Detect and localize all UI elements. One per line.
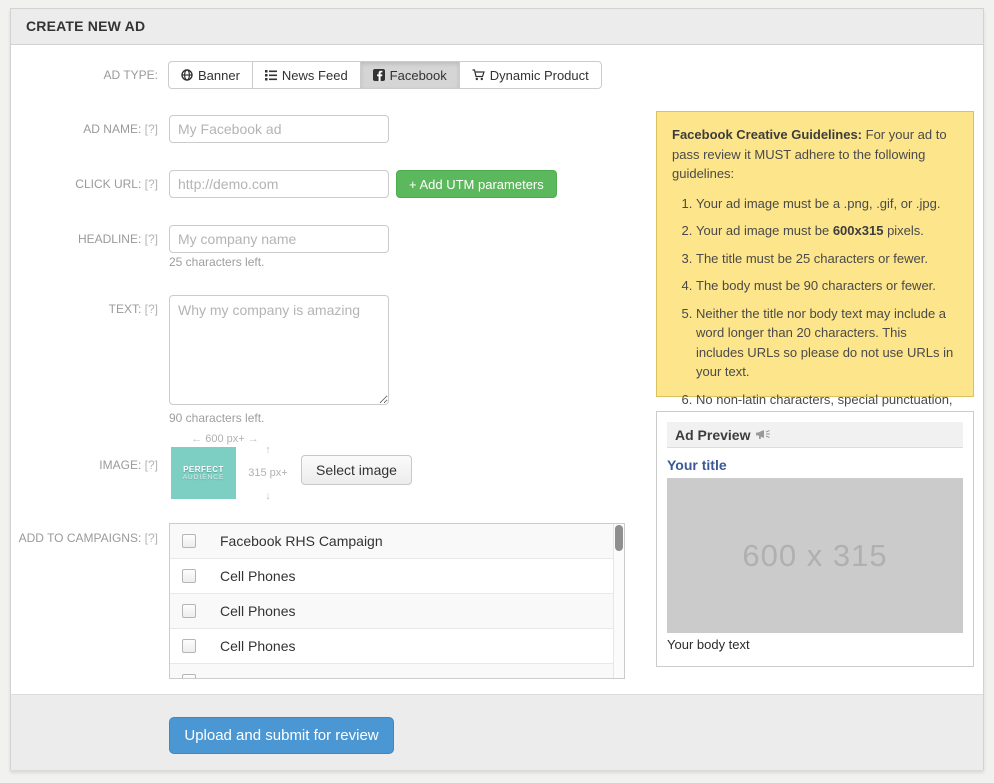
tab-banner[interactable]: Banner xyxy=(168,61,253,89)
ad-type-tabgroup: Banner Facebook News Feed Facebook Dynam… xyxy=(168,61,602,89)
click-url-help-link[interactable]: [?] xyxy=(145,177,158,191)
add-utm-parameters-button[interactable]: + Add UTM parameters xyxy=(396,170,557,198)
campaigns-list: Facebook RHS Campaign Cell Phones Cell P… xyxy=(169,523,625,679)
campaign-checkbox[interactable] xyxy=(182,604,196,618)
list-icon xyxy=(265,69,277,81)
globe-icon xyxy=(181,69,193,81)
ad-type-label: AD TYPE: xyxy=(11,68,158,82)
click-url-label: CLICK URL: [?] xyxy=(11,177,158,191)
tab-dynamic-product[interactable]: Dynamic Product xyxy=(459,61,602,89)
preview-ad-title[interactable]: Your title xyxy=(667,457,963,473)
arrow-right-icon: → xyxy=(248,433,259,445)
headline-help-link[interactable]: [?] xyxy=(145,232,158,246)
arrow-left-icon: ← xyxy=(191,433,202,445)
campaign-checkbox[interactable] xyxy=(182,639,196,653)
campaign-row[interactable]: Facebook RHS Campaign xyxy=(170,524,624,559)
guideline-item: Your ad image must be a .png, .gif, or .… xyxy=(696,194,958,214)
ad-preview-panel: Ad Preview Your title 600 x 315 Your bod… xyxy=(656,411,974,667)
image-help-link[interactable]: [?] xyxy=(145,458,158,472)
megaphone-icon xyxy=(756,428,771,441)
cart-icon xyxy=(472,69,485,81)
panel-header: CREATE NEW AD xyxy=(11,9,983,45)
guidelines-title: Facebook Creative Guidelines: xyxy=(672,127,862,142)
campaign-row[interactable]: Cell Phones xyxy=(170,594,624,629)
facebook-icon xyxy=(373,69,385,81)
campaign-checkbox[interactable] xyxy=(182,569,196,583)
form-footer: Upload and submit for review xyxy=(11,694,983,770)
upload-submit-button[interactable]: Upload and submit for review xyxy=(169,717,394,754)
tab-news-feed[interactable]: Facebook News Feed xyxy=(252,61,361,89)
guideline-item: The body must be 90 characters or fewer. xyxy=(696,276,958,296)
facebook-guidelines-box: Facebook Creative Guidelines: For your a… xyxy=(656,111,974,397)
campaigns-help-link[interactable]: [?] xyxy=(145,531,158,545)
ad-name-input[interactable] xyxy=(169,115,389,143)
campaign-row[interactable]: Cell Phones xyxy=(170,559,624,594)
body-text-textarea[interactable] xyxy=(169,295,389,405)
preview-body-text: Your body text xyxy=(667,637,963,652)
campaign-row[interactable] xyxy=(170,664,624,679)
guidelines-list: Your ad image must be a .png, .gif, or .… xyxy=(672,194,958,429)
guideline-item: Neither the title nor body text may incl… xyxy=(696,304,958,382)
perfect-audience-logo: PERFECT xyxy=(183,465,224,474)
text-counter: 90 characters left. xyxy=(169,411,264,425)
ad-preview-header: Ad Preview xyxy=(667,422,963,448)
campaigns-scrollbar[interactable] xyxy=(613,524,624,678)
select-image-button[interactable]: Select image xyxy=(301,455,412,485)
page-title: CREATE NEW AD xyxy=(26,18,145,34)
tab-facebook[interactable]: Facebook xyxy=(360,61,460,89)
image-label: IMAGE: [?] xyxy=(11,458,158,472)
ad-name-label: AD NAME: [?] xyxy=(11,122,158,136)
headline-counter: 25 characters left. xyxy=(169,255,264,269)
headline-input[interactable] xyxy=(169,225,389,253)
ad-name-help-link[interactable]: [?] xyxy=(145,122,158,136)
campaigns-label: ADD TO CAMPAIGNS: [?] xyxy=(11,531,158,545)
guideline-item: The title must be 25 characters or fewer… xyxy=(696,249,958,269)
headline-label: HEADLINE: [?] xyxy=(11,232,158,246)
create-new-ad-panel: CREATE NEW AD AD TYPE: Banner Facebook N… xyxy=(10,8,984,770)
campaign-row[interactable]: Cell Phones xyxy=(170,629,624,664)
guideline-item: Your ad image must be 600x315 pixels. xyxy=(696,221,958,241)
preview-image-placeholder: 600 x 315 xyxy=(667,478,963,633)
arrow-up-icon: ↑ xyxy=(265,445,271,455)
image-height-hint: ↑ 315 px+ ↓ xyxy=(239,445,297,501)
click-url-input[interactable] xyxy=(169,170,389,198)
campaigns-scrollbar-thumb[interactable] xyxy=(615,525,623,551)
campaign-checkbox[interactable] xyxy=(182,534,196,548)
image-width-hint: ← 600 px+ → xyxy=(169,433,281,445)
text-help-link[interactable]: [?] xyxy=(145,302,158,316)
image-thumbnail-placeholder: PERFECT AUDIENCE xyxy=(171,447,236,499)
text-label: TEXT: [?] xyxy=(11,302,158,316)
arrow-down-icon: ↓ xyxy=(265,491,271,501)
campaign-checkbox[interactable] xyxy=(182,674,196,679)
ad-form: AD TYPE: Banner Facebook News Feed Faceb… xyxy=(11,45,983,694)
